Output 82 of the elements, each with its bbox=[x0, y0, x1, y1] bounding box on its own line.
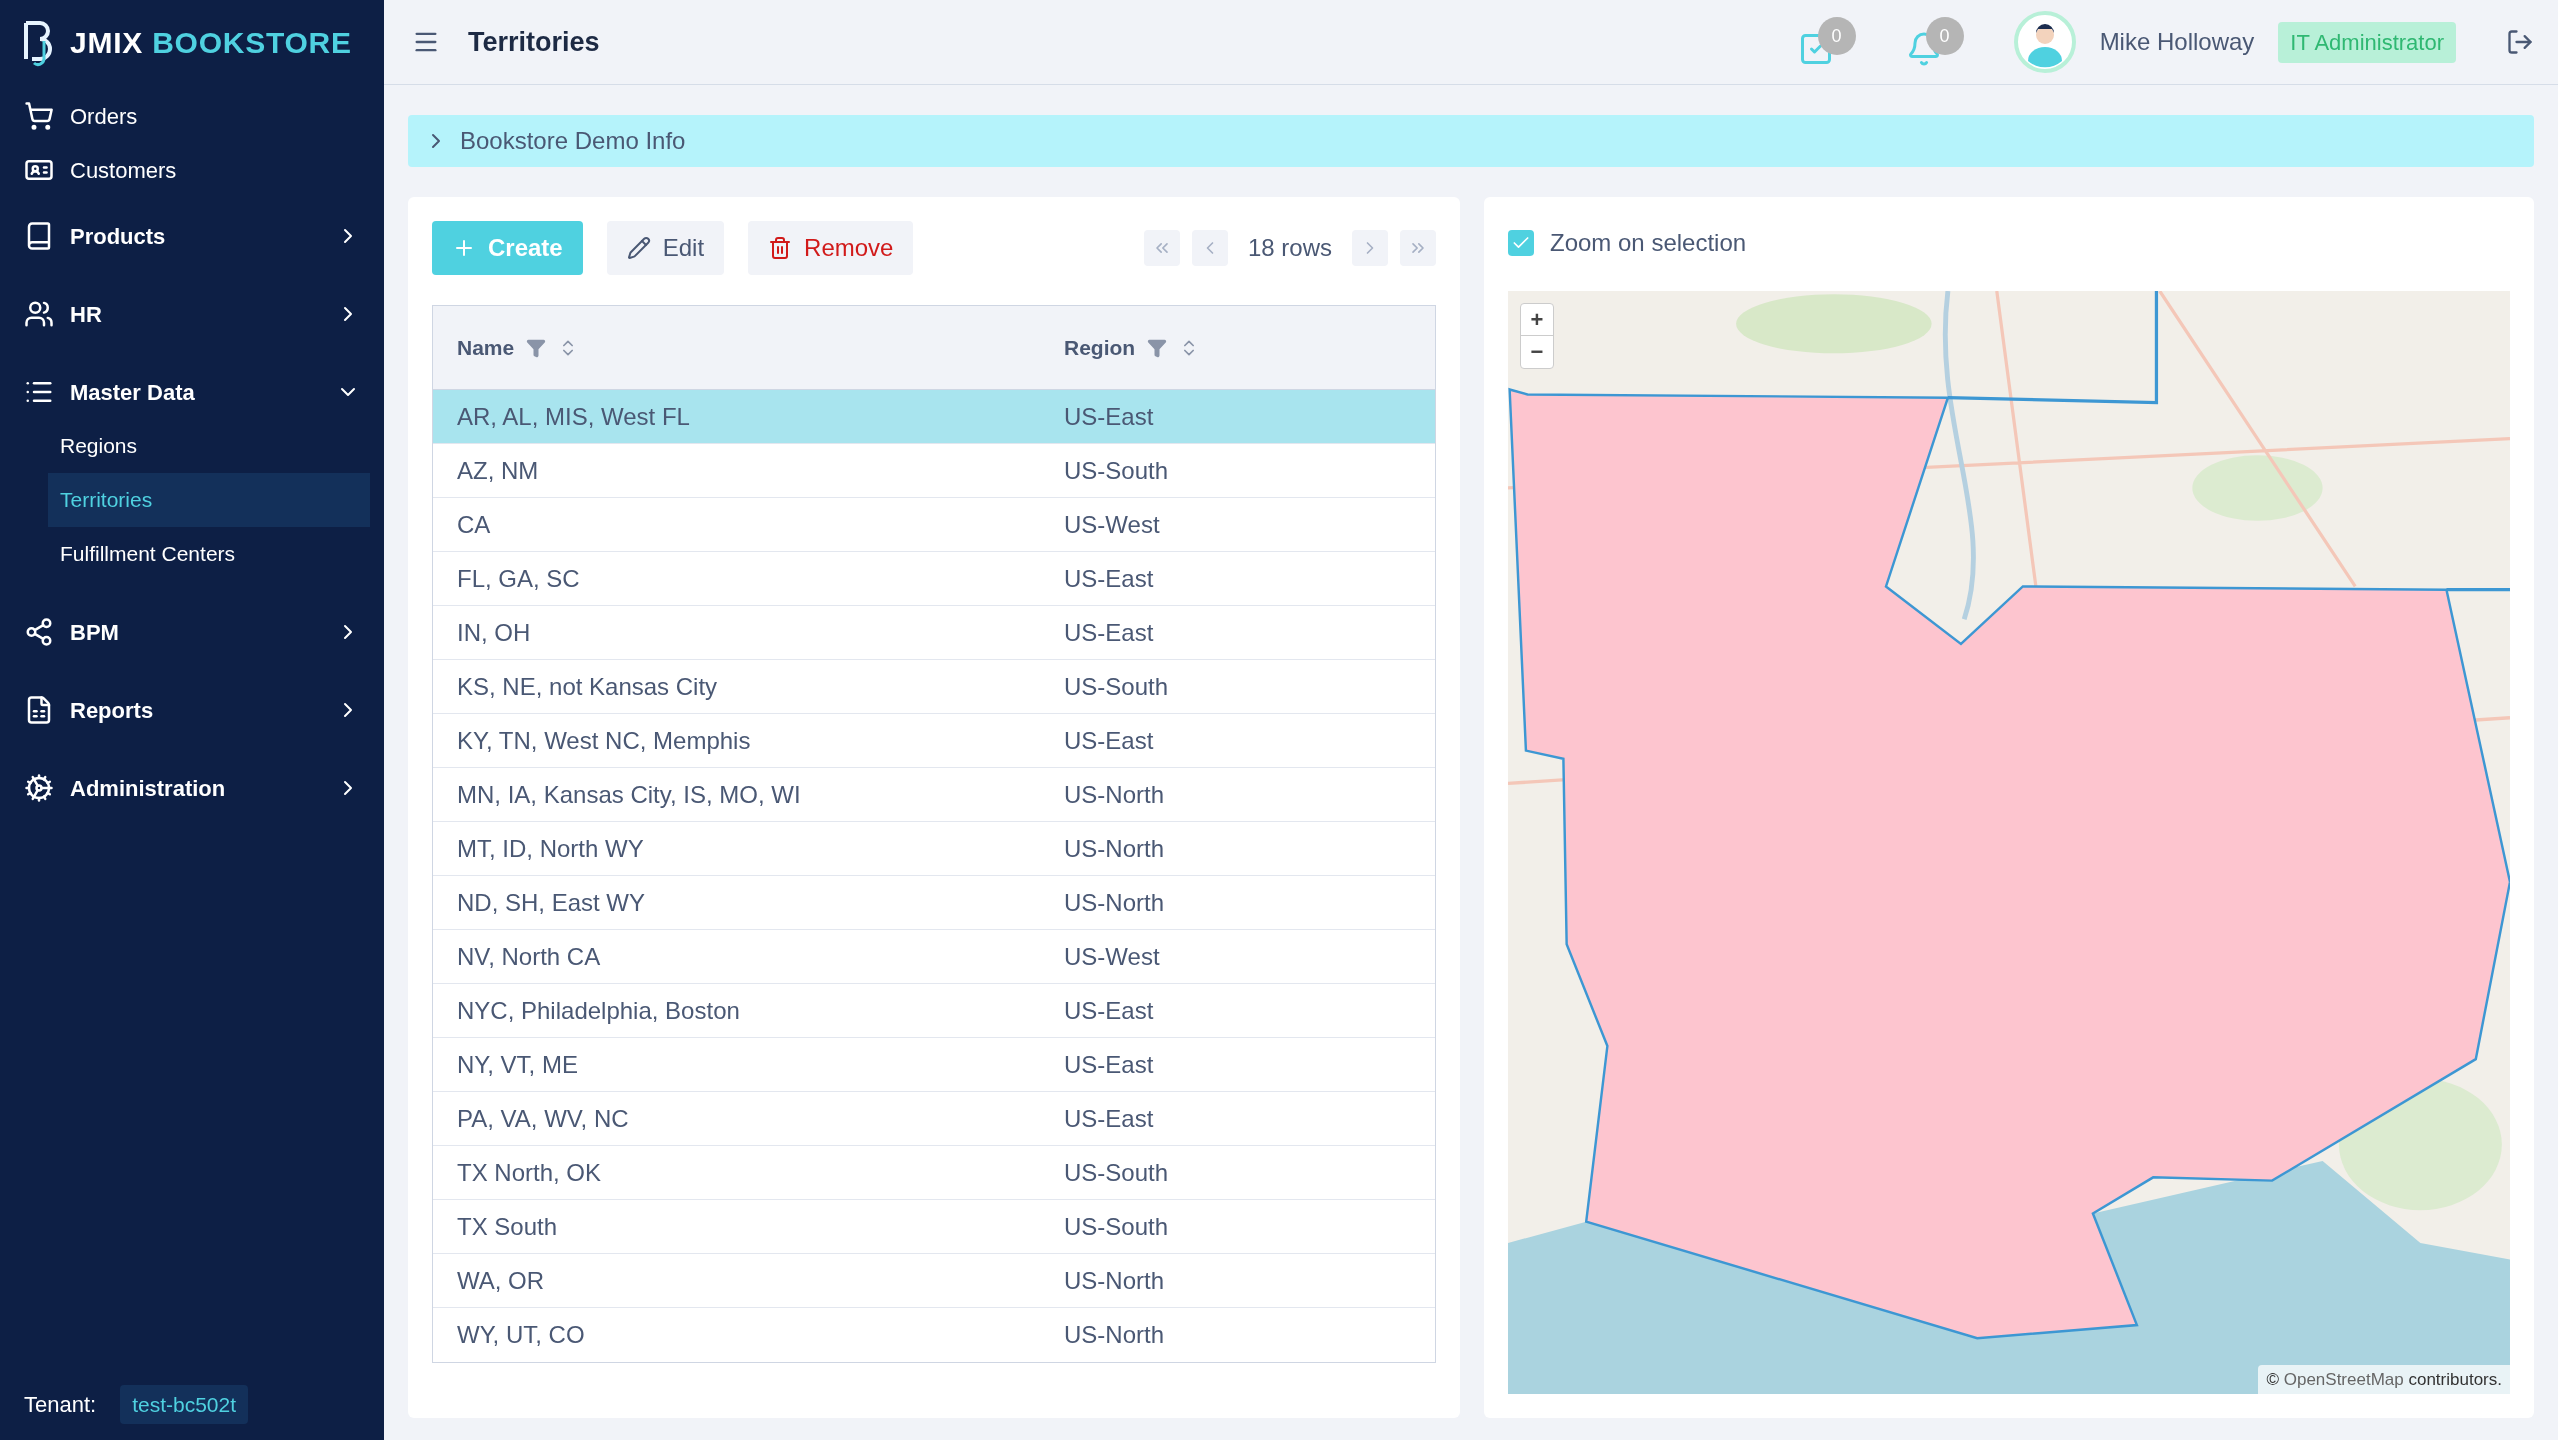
sidebar-item[interactable]: Products bbox=[0, 209, 384, 263]
first-page-button[interactable] bbox=[1143, 230, 1180, 266]
row-count: 18 rows bbox=[1246, 233, 1333, 263]
page-title: Territories bbox=[468, 25, 600, 59]
sidebar-item[interactable]: Reports bbox=[0, 683, 384, 737]
table-cell-text: NV, North CA bbox=[456, 941, 602, 972]
filter-icon bbox=[1147, 337, 1168, 358]
tenant-badge: test-bc502t bbox=[120, 1384, 249, 1424]
remove-button[interactable]: Remove bbox=[748, 221, 914, 275]
table-cell-text: CA bbox=[456, 509, 492, 540]
sidebar-item[interactable]: Administration bbox=[0, 761, 384, 815]
table-cell-text: US-East bbox=[1063, 725, 1155, 756]
edit-button[interactable]: Edit bbox=[606, 221, 725, 275]
table-cell-text: US-South bbox=[1063, 1157, 1170, 1188]
column-header[interactable]: Region bbox=[1040, 331, 1435, 364]
checkbox[interactable] bbox=[1508, 230, 1534, 256]
table-cell-text: AZ, NM bbox=[456, 455, 540, 486]
zoom-in-button[interactable]: + bbox=[1521, 304, 1553, 336]
table-cell-text: IN, OH bbox=[456, 617, 532, 648]
table-row[interactable]: AR, AL, MIS, West FL US-East bbox=[433, 390, 1435, 444]
cart-icon bbox=[24, 101, 54, 131]
column-header[interactable]: Name bbox=[433, 331, 1040, 364]
table-cell-text: US-North bbox=[1063, 833, 1166, 864]
share-icon bbox=[24, 617, 54, 647]
avatar-icon bbox=[2013, 11, 2076, 73]
count-badge: 0 bbox=[1925, 17, 1964, 55]
sidebar-item[interactable]: HR bbox=[0, 287, 384, 341]
table-cell-text: US-East bbox=[1063, 1049, 1155, 1080]
people-icon bbox=[24, 299, 54, 329]
table-cell-text: MT, ID, North WY bbox=[456, 833, 645, 864]
user-name: Mike Holloway bbox=[2099, 27, 2255, 57]
table-cell-text: US-North bbox=[1063, 779, 1166, 810]
info-panel-header[interactable]: Bookstore Demo Info bbox=[408, 115, 2534, 167]
table-cell-text: US-South bbox=[1063, 671, 1170, 702]
trash-icon bbox=[768, 236, 793, 260]
table-cell-text: US-East bbox=[1063, 1103, 1155, 1134]
table-cell-text: WY, UT, CO bbox=[456, 1320, 586, 1350]
sidebar-item[interactable]: Customers bbox=[0, 143, 384, 197]
table-cell-text: US-North bbox=[1063, 1320, 1166, 1350]
table-cell-text: KS, NE, not Kansas City bbox=[456, 671, 719, 702]
app-logo-text: JMIX BOOKSTORE bbox=[70, 25, 352, 61]
table-cell-text: NY, VT, ME bbox=[456, 1049, 579, 1080]
table-cell-text: WA, OR bbox=[456, 1265, 546, 1296]
sidebar-subitem[interactable]: Fulfillment Centers bbox=[48, 527, 370, 581]
gear-icon bbox=[24, 773, 54, 803]
zoom-out-button[interactable]: − bbox=[1521, 336, 1553, 368]
previous-page-button[interactable] bbox=[1191, 230, 1228, 266]
table-cell-text: NYC, Philadelphia, Boston bbox=[456, 995, 741, 1026]
table-cell-text: FL, GA, SC bbox=[456, 563, 581, 594]
table-cell-text: US-East bbox=[1063, 401, 1155, 432]
count-badge: 0 bbox=[1817, 17, 1856, 55]
table-cell-text: US-South bbox=[1063, 1211, 1170, 1242]
sidebar-item[interactable]: Orders bbox=[0, 89, 384, 143]
sidebar-subitem[interactable]: Territories bbox=[48, 473, 370, 527]
role-badge: IT Administrator bbox=[2278, 21, 2456, 63]
table-cell-text: TX South bbox=[456, 1211, 559, 1242]
table-cell-text: US-West bbox=[1063, 941, 1161, 972]
table-cell-text: AR, AL, MIS, West FL bbox=[456, 401, 691, 432]
table-cell-text: US-North bbox=[1063, 887, 1166, 918]
tenant-label: Tenant: bbox=[24, 1390, 97, 1419]
table-cell-text: US-East bbox=[1063, 995, 1155, 1026]
table-cell-text: US-West bbox=[1063, 509, 1161, 540]
sidebar-item[interactable]: Master Data bbox=[0, 365, 384, 419]
checkbox-label: Zoom on selection bbox=[1550, 228, 1747, 258]
table-cell-text: US-North bbox=[1063, 1265, 1166, 1296]
table-cell-text: US-South bbox=[1063, 455, 1170, 486]
table-cell-text: PA, VA, WV, NC bbox=[456, 1103, 630, 1134]
sidebar-item[interactable]: BPM bbox=[0, 605, 384, 659]
table-cell-text: ND, SH, East WY bbox=[456, 887, 647, 918]
table-cell-text: KY, TN, West NC, Memphis bbox=[456, 725, 752, 756]
sidebar-subitem[interactable]: Regions bbox=[48, 419, 370, 473]
logout-icon bbox=[2506, 28, 2534, 56]
table-cell-text: US-East bbox=[1063, 617, 1155, 648]
table-cell-text: TX North, OK bbox=[456, 1157, 603, 1188]
logout-button[interactable] bbox=[2506, 28, 2534, 56]
pencil-icon bbox=[626, 236, 651, 260]
table-cell-text: US-East bbox=[1063, 563, 1155, 594]
last-page-button[interactable] bbox=[1400, 230, 1436, 266]
map-attribution: © OpenStreetMap contributors. bbox=[2258, 1364, 2510, 1394]
table-cell-text: MN, IA, Kansas City, IS, MO, WI bbox=[456, 779, 802, 810]
next-page-button[interactable] bbox=[1352, 230, 1388, 266]
filter-icon bbox=[526, 337, 547, 358]
